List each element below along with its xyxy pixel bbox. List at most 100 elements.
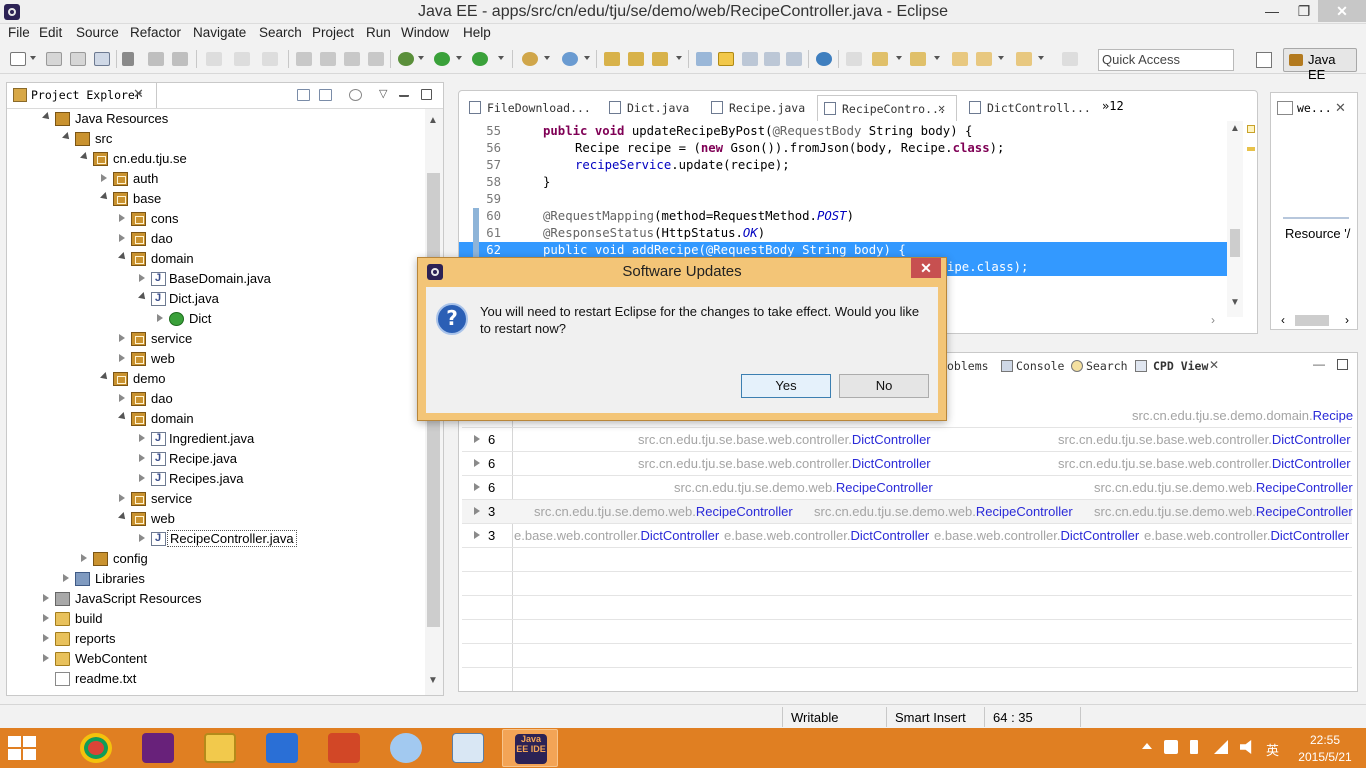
open-task-icon[interactable] <box>628 52 644 66</box>
taskbar-powerpoint[interactable] <box>316 729 372 767</box>
cpd-row[interactable] <box>462 548 1352 572</box>
tab-project-explorer[interactable]: Project Explorer ✕ <box>7 83 157 108</box>
menu-project[interactable]: Project <box>312 25 354 40</box>
scroll-down-icon[interactable]: ▼ <box>428 675 438 686</box>
tab-label[interactable]: we... <box>1297 101 1332 115</box>
collapse-icon[interactable] <box>139 274 145 282</box>
next-edit-icon[interactable] <box>872 52 888 66</box>
wifi-signal-icon[interactable] <box>1214 740 1228 754</box>
collapse-icon[interactable] <box>119 354 125 362</box>
yes-button[interactable]: Yes <box>741 374 831 398</box>
collapse-icon[interactable] <box>63 574 69 582</box>
save-all-icon[interactable] <box>70 52 86 66</box>
menu-edit[interactable]: Edit <box>39 25 62 40</box>
terminate-icon[interactable] <box>344 52 360 66</box>
maximize-button[interactable]: ❐ <box>1290 0 1318 22</box>
search-icon[interactable] <box>846 52 862 66</box>
minimize-view-icon[interactable]: — <box>1313 357 1325 371</box>
close-icon[interactable]: ✕ <box>1335 100 1346 116</box>
maximize-view-icon[interactable] <box>1337 359 1348 370</box>
collapse-icon[interactable] <box>43 594 49 602</box>
expand-icon[interactable] <box>100 372 110 382</box>
collapse-icon[interactable] <box>119 494 125 502</box>
link-with-editor-icon[interactable] <box>319 89 332 101</box>
cpd-row[interactable]: 6 src.cn.edu.tju.se.demo.web.RecipeContr… <box>462 476 1353 500</box>
expand-icon[interactable] <box>138 292 148 302</box>
taskbar-chrome[interactable] <box>68 729 124 767</box>
collapse-icon[interactable] <box>43 654 49 662</box>
taskbar-visual-studio[interactable] <box>130 729 186 767</box>
annotation-icon[interactable] <box>696 52 712 66</box>
menu-navigate[interactable]: Navigate <box>193 25 246 40</box>
cpd-row[interactable] <box>462 620 1352 644</box>
start-button[interactable] <box>8 736 38 762</box>
taskbar-messages[interactable] <box>254 729 310 767</box>
scroll-up-icon[interactable]: ▲ <box>428 115 438 126</box>
editor-scrollbar[interactable]: ▲ ▼ <box>1227 121 1243 317</box>
java-ee-perspective-button[interactable]: Java EE <box>1283 48 1357 82</box>
expand-icon[interactable] <box>80 152 90 162</box>
volume-icon[interactable] <box>1240 740 1252 754</box>
collapse-icon[interactable] <box>119 214 125 222</box>
collapse-icon[interactable] <box>119 394 125 402</box>
taskbar-paint[interactable] <box>378 729 434 767</box>
collapse-icon[interactable] <box>139 474 145 482</box>
collapse-icon[interactable] <box>119 234 125 242</box>
cpd-row[interactable]: 6 src.cn.edu.tju.se.base.web.controller.… <box>462 428 1352 452</box>
debug-dropdown-icon[interactable] <box>418 56 424 60</box>
cpd-row[interactable] <box>462 596 1352 620</box>
tab-problems[interactable]: oblems <box>947 359 989 373</box>
scroll-left-icon[interactable]: ‹ <box>1281 313 1285 327</box>
cpd-row[interactable] <box>462 644 1352 668</box>
collapse-icon[interactable] <box>81 554 87 562</box>
save-icon[interactable] <box>46 52 62 66</box>
expand-icon[interactable] <box>42 112 52 122</box>
expand-row-icon[interactable] <box>474 507 480 515</box>
toggle-mark-icon[interactable] <box>148 52 164 66</box>
tab-console[interactable]: Console <box>1016 359 1064 373</box>
open-perspective-icon[interactable] <box>1256 52 1272 68</box>
no-button[interactable]: No <box>839 374 929 398</box>
new-dropdown-icon[interactable] <box>30 56 36 60</box>
menu-refactor[interactable]: Refactor <box>130 25 181 40</box>
step-icon[interactable] <box>262 52 278 66</box>
dialog-title-bar[interactable]: Software Updates ✕ <box>418 258 946 286</box>
show-hidden-icons[interactable] <box>1142 743 1152 749</box>
scrollbar-thumb[interactable] <box>1295 315 1329 326</box>
expand-icon[interactable] <box>100 192 110 202</box>
minimize-button[interactable]: — <box>1256 0 1288 22</box>
next-annotation-icon[interactable] <box>742 52 758 66</box>
collapse-icon[interactable] <box>139 534 145 542</box>
collapse-icon[interactable] <box>119 334 125 342</box>
external-dropdown-icon[interactable] <box>498 56 504 60</box>
editor-tab-dictcontroller[interactable]: DictControll... <box>963 95 1091 121</box>
cpd-row[interactable]: 3 e.base.web.controller.DictController e… <box>462 524 1352 548</box>
close-dialog-button[interactable]: ✕ <box>911 258 941 278</box>
tab-cpd-view[interactable]: CPD View <box>1153 359 1209 373</box>
network-icon[interactable] <box>1164 740 1178 754</box>
menu-source[interactable]: Source <box>76 25 119 40</box>
open-type-icon[interactable] <box>604 52 620 66</box>
show-whitespace-icon[interactable] <box>786 52 802 66</box>
collapse-icon[interactable] <box>139 434 145 442</box>
debug-icon[interactable] <box>398 52 414 66</box>
toggle-block-icon[interactable] <box>172 52 188 66</box>
back-dropdown-icon[interactable] <box>998 56 1004 60</box>
undo-icon[interactable] <box>206 52 222 66</box>
expand-icon[interactable] <box>118 252 128 262</box>
scrollbar-thumb[interactable] <box>1230 229 1240 257</box>
search-tool-icon[interactable] <box>652 52 668 66</box>
new-icon[interactable] <box>10 52 26 66</box>
cpd-row[interactable]: 6 src.cn.edu.tju.se.base.web.controller.… <box>462 452 1352 476</box>
forward-dropdown-icon[interactable] <box>1038 56 1044 60</box>
taskbar-file-explorer[interactable] <box>192 729 248 767</box>
input-language[interactable]: 英 <box>1266 740 1279 759</box>
tab-overflow-button[interactable]: »12 <box>1102 99 1124 113</box>
menu-help[interactable]: Help <box>463 25 491 40</box>
minimize-view-icon[interactable] <box>399 89 409 97</box>
prev-edit-icon[interactable] <box>910 52 926 66</box>
taskbar-performance[interactable] <box>440 729 496 767</box>
collapse-icon[interactable] <box>43 614 49 622</box>
expand-icon[interactable] <box>62 132 72 142</box>
editor-tab-recipecontroller[interactable]: RecipeContro... ✕ <box>817 95 957 121</box>
